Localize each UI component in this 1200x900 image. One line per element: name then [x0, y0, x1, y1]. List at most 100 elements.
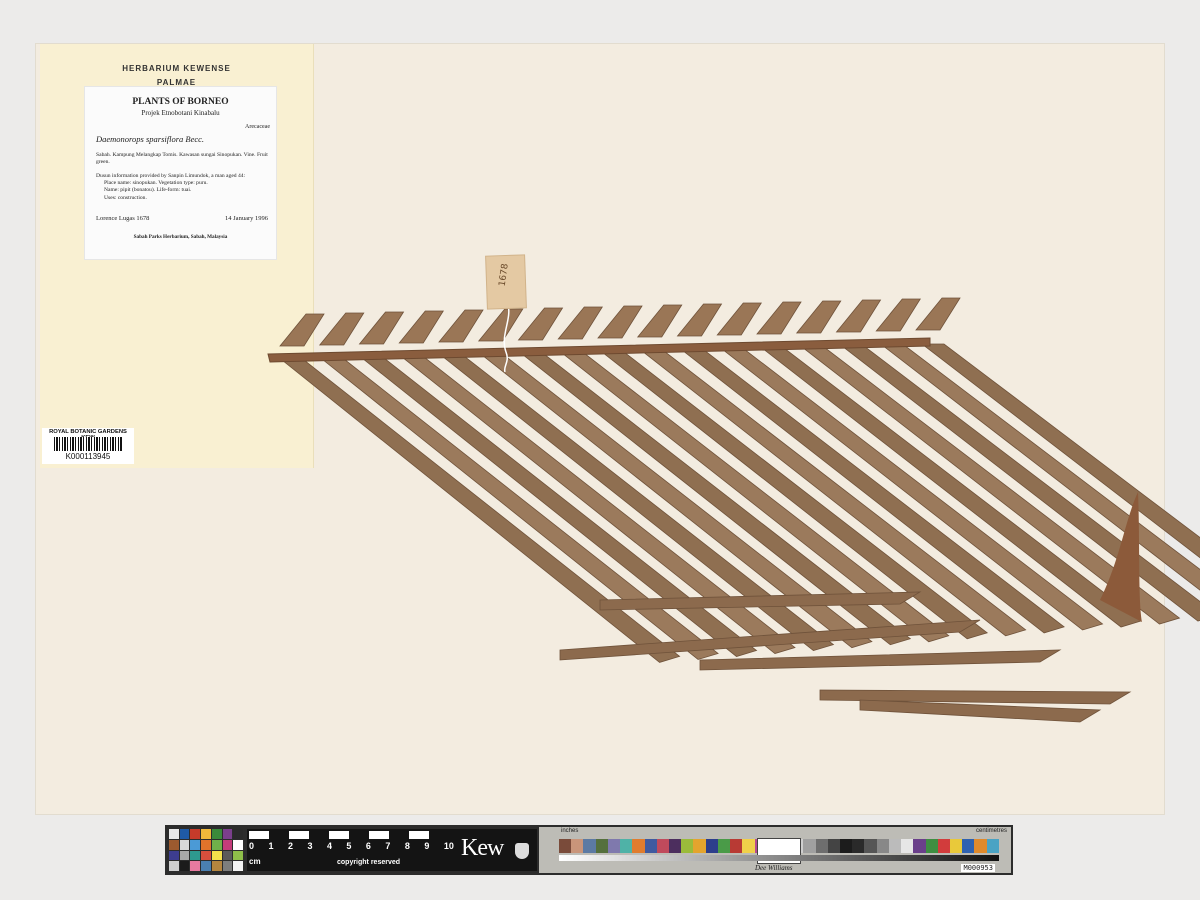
- colour-target-card: inches centimetres Dee Williams M000953: [539, 827, 1011, 873]
- colour-patch: [901, 839, 914, 853]
- upper-leaflet: [676, 303, 723, 337]
- colour-swatch: [222, 861, 233, 871]
- colour-swatch: [169, 829, 179, 839]
- upper-leaflet: [398, 310, 444, 344]
- upper-leaflet: [358, 311, 405, 345]
- colour-patch: [571, 839, 584, 853]
- colour-swatch: [201, 829, 211, 839]
- ruler-number: 7: [385, 841, 391, 851]
- colour-swatch: [211, 850, 222, 861]
- colour-patch: [717, 839, 731, 853]
- folded-leaflet-tip: [699, 649, 1062, 671]
- colour-scale-bar: 0 1 2 3 4 5 6 7 8 9 10 cm copyright reserved Kew i…: [165, 825, 1013, 875]
- ruler-number: 8: [404, 841, 410, 851]
- colour-patch: [693, 839, 706, 853]
- colour-swatch: [222, 829, 233, 839]
- colour-patch: [852, 839, 865, 853]
- colour-patch: [840, 839, 853, 853]
- specimen-tag: 1678: [486, 255, 526, 309]
- upper-leaflet: [438, 309, 484, 343]
- colour-patch: [876, 839, 889, 853]
- colour-patch: [620, 839, 633, 853]
- colour-patch: [950, 839, 963, 853]
- colour-swatch: [222, 850, 233, 861]
- colour-patch: [974, 839, 987, 853]
- ruler-number: 6: [365, 841, 371, 851]
- upper-leaflet: [716, 302, 762, 336]
- kew-logo: Kew: [461, 835, 504, 861]
- colour-patch: [681, 839, 694, 853]
- colour-patch: [607, 839, 621, 853]
- colour-patch: [827, 839, 841, 853]
- colour-patch: [668, 839, 682, 853]
- colour-patch: [656, 839, 669, 853]
- colour-swatch: [233, 861, 243, 871]
- ruler-number: 4: [326, 841, 332, 851]
- colour-patch: [962, 839, 975, 853]
- colour-patch: [742, 839, 755, 853]
- colour-swatch: [179, 839, 190, 850]
- colour-patch: [595, 839, 608, 853]
- colour-patch: [632, 839, 645, 853]
- colour-patch: [730, 839, 743, 853]
- colour-patch: [937, 839, 950, 853]
- colour-patch: [913, 839, 926, 853]
- tag-number: 1678: [497, 263, 511, 288]
- ruler-number: 9: [424, 841, 430, 851]
- colour-swatch: [201, 861, 211, 871]
- upper-leaflet: [279, 313, 325, 347]
- colour-patch: [644, 839, 657, 853]
- colour-swatch: [190, 829, 201, 839]
- colour-swatch: [179, 850, 190, 861]
- card-cm-label: centimetres: [975, 828, 1007, 834]
- card-id: M000953: [961, 864, 995, 872]
- colour-patch: [925, 839, 938, 853]
- card-signature: Dee Williams: [755, 864, 793, 872]
- colour-swatch: [179, 829, 190, 839]
- colour-swatch: [179, 861, 190, 871]
- leaflets: [280, 343, 1200, 723]
- ruler-numbers: 0 1 2 3 4 5 6 7 8 9 10: [249, 841, 454, 851]
- colour-patch: [559, 839, 572, 853]
- colour-swatches: [169, 829, 243, 871]
- card-inches-label: inches: [561, 828, 579, 834]
- colour-swatch: [211, 829, 222, 839]
- ruler-blocks: [249, 831, 449, 839]
- colour-swatch: [233, 839, 243, 850]
- upper-leaflets: [279, 297, 961, 347]
- colour-swatch: [169, 850, 179, 861]
- colour-patch: [986, 839, 999, 853]
- colour-patch: [888, 839, 902, 853]
- upper-leaflet: [835, 299, 882, 333]
- ruler-unit: cm: [249, 857, 261, 866]
- cm-ruler: 0 1 2 3 4 5 6 7 8 9 10 cm copyright reserved Kew: [247, 829, 537, 871]
- copyright-text: copyright reserved: [337, 859, 401, 866]
- ruler-number: 1: [268, 841, 274, 851]
- upper-leaflet: [795, 300, 842, 334]
- upper-leaflet: [517, 307, 564, 341]
- colour-swatch: [233, 850, 243, 861]
- grey-scale-strip: [559, 855, 999, 861]
- ruler-number: 3: [307, 841, 313, 851]
- palm-leaf-specimen: [267, 297, 1200, 723]
- upper-leaflet: [756, 301, 802, 335]
- crest-icon: [515, 843, 529, 859]
- ruler-number: 5: [346, 841, 352, 851]
- ruler-number: 2: [287, 841, 293, 851]
- colour-swatch: [233, 829, 243, 839]
- ruler-number: 10: [443, 841, 454, 851]
- upper-leaflet: [915, 297, 961, 331]
- colour-swatch: [201, 850, 211, 861]
- colour-swatch: [201, 839, 211, 850]
- upper-leaflet: [557, 306, 603, 340]
- upper-leaflet: [477, 308, 524, 342]
- colour-swatch: [169, 861, 179, 871]
- colour-swatch: [222, 839, 233, 850]
- colour-patch: [803, 839, 816, 853]
- colour-swatch: [190, 861, 201, 871]
- colour-swatch: [169, 839, 179, 850]
- upper-leaflet: [318, 312, 365, 346]
- colour-patch: [705, 839, 718, 853]
- colour-patch: [815, 839, 828, 853]
- colour-patch: [583, 839, 596, 853]
